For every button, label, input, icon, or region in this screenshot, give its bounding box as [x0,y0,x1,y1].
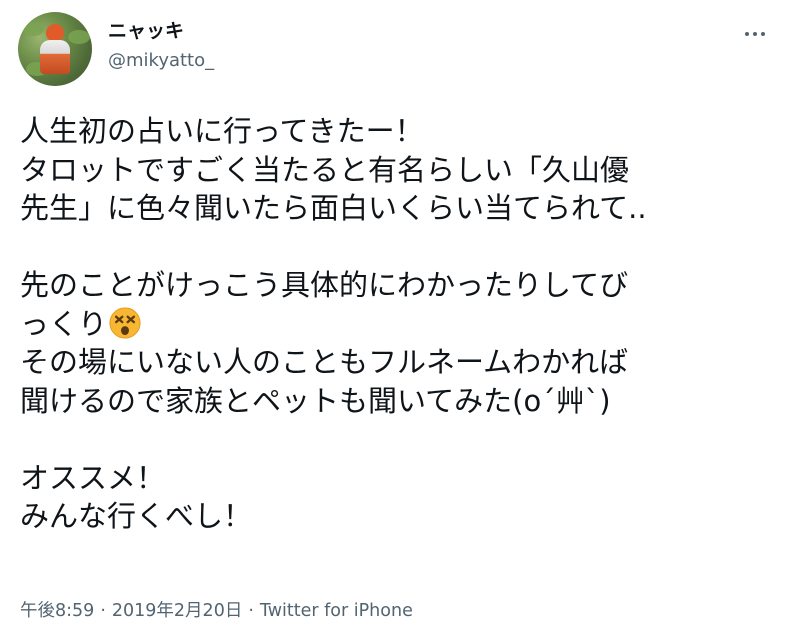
tweet-line: オススメ！ [20,460,166,495]
user-handle[interactable]: @mikyatto_ [108,48,214,74]
tweet-line-text: っくり [20,306,108,341]
avatar-leaf-decoration [68,30,90,44]
more-horizontal-icon [753,32,757,36]
display-name[interactable]: ニャッキ [108,18,214,44]
tweet-meta: 午後8:59 · 2019年2月20日 · Twitter for iPhone [20,599,413,623]
tweet-line: みんな行くべし！ [20,499,253,533]
tweet-line-with-emoji: っくり [20,305,780,344]
tweet-line: 人生初の占いに行ってきたー！ [20,114,424,148]
avatar[interactable] [18,12,92,86]
tweet-line: 先のことがけっこう具体的にわかったりしてび [20,268,629,302]
tweet-text: 人生初の占いに行ってきたー！ タロットですごく当たると有名らしい「久山優 先生」… [20,112,780,536]
tweet-line: タロットですごく当たると有名らしい「久山優 [20,152,630,187]
dizzy-face-emoji-icon [109,306,141,339]
avatar-figure-body [40,40,70,74]
tweet-time[interactable]: 午後8:59 [20,601,94,621]
avatar-leaf-decoration [22,22,44,36]
meta-separator: · [100,601,106,621]
tweet-line: 先生」に色々聞いたら面白いくらい当てられて.. [20,191,647,225]
tweet-source-link[interactable]: Twitter for iPhone [260,601,413,621]
more-horizontal-icon [761,32,765,36]
tweet-line: 聞けるので家族とペットも聞いてみた(o´艸`) [20,383,611,418]
more-horizontal-icon [745,32,749,36]
more-options-button[interactable] [738,22,772,46]
tweet-header: ニャッキ @mikyatto_ [18,12,774,88]
tweet-date[interactable]: 2019年2月20日 [112,601,242,621]
meta-separator: · [248,601,254,621]
user-names: ニャッキ @mikyatto_ [108,18,214,74]
tweet-card: ニャッキ @mikyatto_ 人生初の占いに行ってきたー！ タロットですごく当… [0,0,792,639]
tweet-line: その場にいない人のこともフルネームわかれば [20,345,629,379]
